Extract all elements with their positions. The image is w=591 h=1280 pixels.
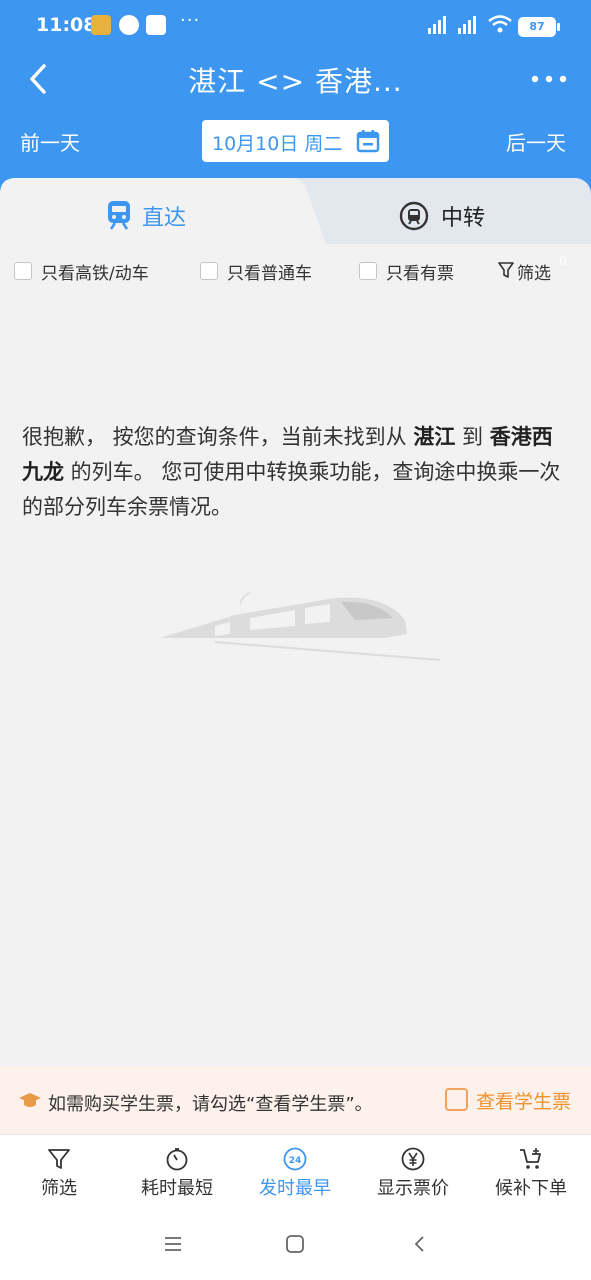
filter-icon xyxy=(48,1149,70,1169)
more-options-icon[interactable] xyxy=(528,62,570,96)
toolbar-earliest-departure-label: 发时最早 xyxy=(259,1178,331,1199)
toolbar-earliest-departure-button[interactable]: 24 发时最早 xyxy=(236,1135,354,1211)
toolbar-show-price-label: 显示票价 xyxy=(377,1178,449,1199)
message-text: 到 xyxy=(455,425,490,449)
toolbar-shortest-duration-button[interactable]: 耗时最短 xyxy=(118,1135,236,1211)
no-results-message: 很抱歉， 按您的查询条件，当前未找到从 湛江 到 香港西九龙 的列车。 您可使用… xyxy=(22,420,570,525)
tab-direct[interactable]: 直达 xyxy=(0,178,300,244)
app-header: 11:08 ··· 87 湛江 <> 香港... 前一天 10月10日 周二 后… xyxy=(0,0,591,200)
system-nav-bar xyxy=(0,1210,591,1280)
clock-24-icon: 24 xyxy=(283,1147,307,1171)
menu-icon[interactable] xyxy=(163,1235,183,1253)
timer-icon xyxy=(166,1148,188,1171)
student-ticket-bar: 如需购买学生票，请勾选“查看学生票”。 查看学生票 xyxy=(0,1066,591,1134)
page-title: 湛江 <> 香港... xyxy=(188,65,403,98)
empty-state-train-illustration xyxy=(160,592,440,661)
status-more-icon: ··· xyxy=(180,10,201,31)
filter-count-badge: 0 xyxy=(559,254,567,268)
filter-bar: 只看高铁/动车 只看普通车 只看有票 筛选 0 xyxy=(0,250,591,290)
signal-icon xyxy=(458,16,476,34)
student-ticket-label[interactable]: 查看学生票 xyxy=(476,1087,571,1114)
bottom-toolbar: 筛选 耗时最短 24 发时最早 显示票价 候补下单 xyxy=(0,1134,591,1211)
available-only-checkbox[interactable] xyxy=(359,262,377,280)
graduation-cap-icon xyxy=(19,1093,41,1107)
home-icon[interactable] xyxy=(285,1234,305,1254)
toolbar-filter-label: 筛选 xyxy=(41,1178,77,1199)
train-icon xyxy=(108,201,130,230)
message-text: 的列车。 您可使用中转换乘功能，查询途中换乘一次的部分列车余票情况。 xyxy=(22,460,561,519)
status-time: 11:08 xyxy=(36,14,97,36)
toolbar-waitlist-label: 候补下单 xyxy=(495,1178,567,1199)
high-speed-only-checkbox[interactable] xyxy=(14,262,32,280)
prev-day-button[interactable]: 前一天 xyxy=(20,127,80,156)
normal-train-only-checkbox[interactable] xyxy=(200,262,218,280)
notification-browser-icon xyxy=(119,15,139,35)
back-button[interactable] xyxy=(22,62,56,96)
tab-transfer-label: 中转 xyxy=(441,206,486,231)
clock-24-badge: 24 xyxy=(289,1156,302,1166)
message-text: 很抱歉， 按您的查询条件，当前未找到从 xyxy=(22,425,414,449)
calendar-icon xyxy=(356,130,380,153)
next-day-button[interactable]: 后一天 xyxy=(506,127,566,156)
tab-bar: 直达 中转 xyxy=(0,178,591,244)
status-bar: 11:08 ··· 87 xyxy=(0,0,591,54)
wifi-icon xyxy=(488,15,512,33)
student-ticket-hint: 如需购买学生票，请勾选“查看学生票”。 xyxy=(48,1094,373,1115)
battery-indicator: 87 xyxy=(518,17,560,37)
tab-transfer[interactable]: 中转 xyxy=(300,178,591,244)
date-picker[interactable]: 10月10日 周二 xyxy=(202,120,389,162)
toolbar-waitlist-button[interactable]: 候补下单 xyxy=(472,1135,590,1211)
signal-icon xyxy=(428,16,446,34)
date-text: 10月10日 周二 xyxy=(212,133,343,155)
notification-app-icon xyxy=(91,15,111,35)
nav-back-icon[interactable] xyxy=(410,1234,430,1254)
toolbar-filter-button[interactable]: 筛选 xyxy=(0,1135,118,1211)
student-ticket-checkbox[interactable] xyxy=(445,1088,468,1111)
filter-icon xyxy=(498,262,514,278)
transfer-icon xyxy=(399,201,429,231)
filter-button-label: 筛选 xyxy=(517,264,551,284)
toolbar-shortest-duration-label: 耗时最短 xyxy=(141,1178,213,1199)
high-speed-only-label[interactable]: 只看高铁/动车 xyxy=(41,259,149,284)
yuan-icon xyxy=(401,1147,425,1171)
from-station: 湛江 xyxy=(413,425,456,449)
normal-train-only-label[interactable]: 只看普通车 xyxy=(227,259,312,284)
cart-icon xyxy=(520,1148,541,1169)
notification-video-icon xyxy=(146,15,166,35)
available-only-label[interactable]: 只看有票 xyxy=(386,259,454,284)
toolbar-show-price-button[interactable]: 显示票价 xyxy=(354,1135,472,1211)
tab-direct-label: 直达 xyxy=(142,206,187,231)
